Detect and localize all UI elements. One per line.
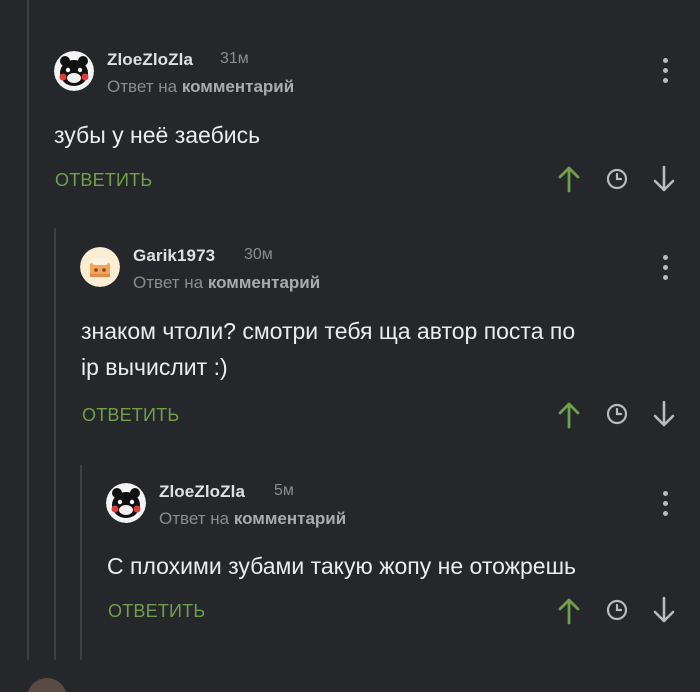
kebab-menu-icon[interactable] <box>659 491 671 517</box>
reply-to-line: Ответ на комментарий <box>133 273 320 293</box>
author-name[interactable]: ZloeZloZla <box>159 482 245 502</box>
author-name[interactable]: ZloeZloZla <box>107 50 193 70</box>
next-comment-avatar-partial[interactable] <box>27 678 67 692</box>
kebab-menu-icon[interactable] <box>659 255 671 281</box>
arrow-down-icon[interactable] <box>651 165 677 193</box>
reply-button[interactable]: ОТВЕТИТЬ <box>55 170 152 191</box>
author-name[interactable]: Garik1973 <box>133 246 215 266</box>
arrow-up-icon[interactable] <box>556 401 582 429</box>
timestamp: 31м <box>220 50 249 67</box>
reply-target-link[interactable]: комментарий <box>234 509 346 528</box>
reply-prefix: Ответ на <box>107 77 178 96</box>
reply-prefix: Ответ на <box>133 273 204 292</box>
clock-icon[interactable] <box>606 599 628 621</box>
reply-to-line: Ответ на комментарий <box>107 77 294 97</box>
reply-target-link[interactable]: комментарий <box>208 273 320 292</box>
thread-line <box>27 0 29 660</box>
comment-text-line: С плохими зубами такую жопу не отожрешь <box>107 553 577 579</box>
reply-target-link[interactable]: комментарий <box>182 77 294 96</box>
reply-to-line: Ответ на комментарий <box>159 509 346 529</box>
arrow-down-icon[interactable] <box>651 596 677 624</box>
comment-text-line: зубы у неё заебись <box>54 122 261 148</box>
avatar[interactable] <box>80 247 120 287</box>
comment-text: зубы у неё заебись <box>54 117 260 153</box>
avatar[interactable] <box>54 51 94 91</box>
comment-text-line: ip вычислит :) <box>81 354 228 380</box>
avatar[interactable] <box>106 483 146 523</box>
timestamp: 30м <box>244 246 273 263</box>
timestamp: 5м <box>274 482 294 499</box>
clock-icon[interactable] <box>606 403 628 425</box>
thread-line <box>54 228 56 660</box>
thread-line <box>80 465 82 660</box>
arrow-up-icon[interactable] <box>556 165 582 193</box>
reply-prefix: Ответ на <box>159 509 230 528</box>
reply-button[interactable]: ОТВЕТИТЬ <box>108 601 205 622</box>
arrow-down-icon[interactable] <box>651 400 677 428</box>
reply-button[interactable]: ОТВЕТИТЬ <box>82 405 179 426</box>
kebab-menu-icon[interactable] <box>659 58 671 84</box>
arrow-up-icon[interactable] <box>556 597 582 625</box>
comment-text: знаком чтоли? смотри тебя ща автор поста… <box>81 313 575 385</box>
comment-text-line: знаком чтоли? смотри тебя ща автор поста… <box>81 318 576 344</box>
comment-text: С плохими зубами такую жопу не отожрешь <box>107 548 576 584</box>
clock-icon[interactable] <box>606 168 628 190</box>
